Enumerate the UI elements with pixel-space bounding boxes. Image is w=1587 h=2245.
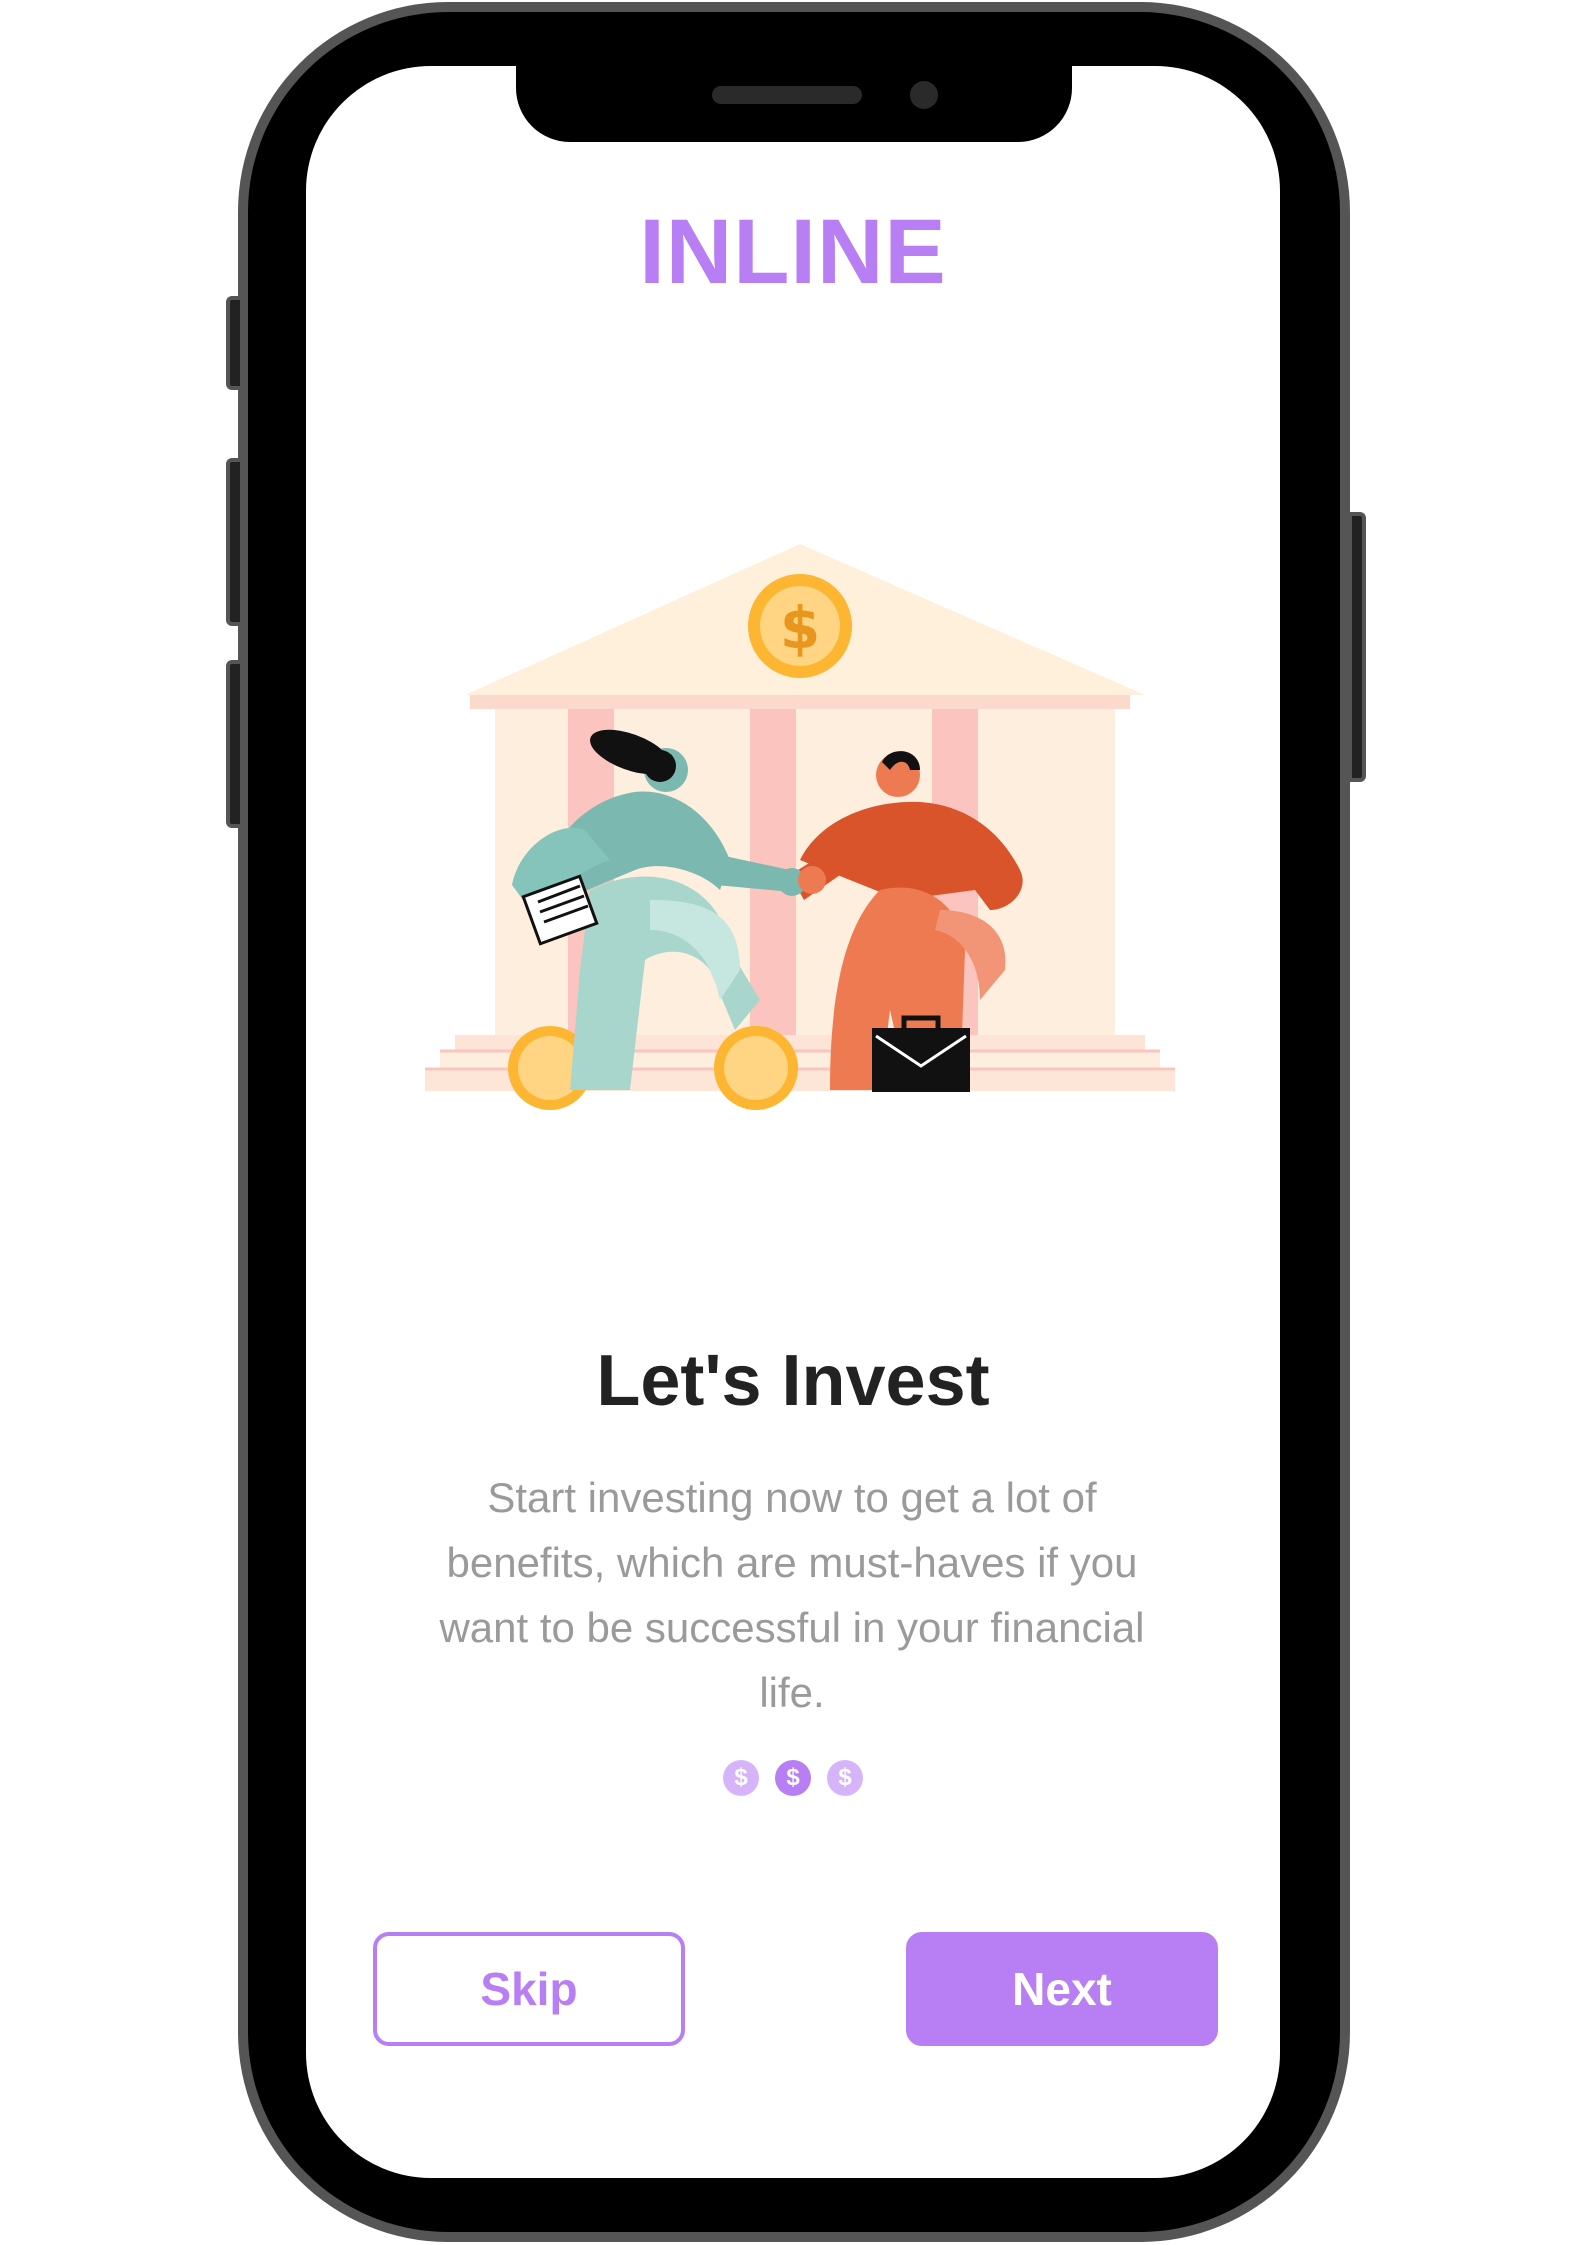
dollar-icon: $	[838, 1764, 852, 1791]
volume-down-button	[226, 660, 244, 828]
volume-up-button	[226, 458, 244, 626]
screen	[306, 66, 1280, 2178]
page-indicator: $ $ $	[306, 1760, 1280, 1796]
dollar-icon: $	[780, 594, 820, 662]
page-dot-3[interactable]: $	[827, 1760, 863, 1796]
page-dot-2-active[interactable]: $	[775, 1760, 811, 1796]
skip-button-label: Skip	[480, 1963, 578, 2015]
brand-logo: INLINE	[639, 201, 947, 303]
dollar-icon: $	[734, 1764, 748, 1791]
invest-illustration: $	[425, 544, 1175, 1110]
handshake	[778, 866, 826, 896]
page-dot-1[interactable]: $	[723, 1760, 759, 1796]
skip-button[interactable]: Skip	[373, 1932, 685, 2046]
onboarding-title: Let's Invest	[596, 1341, 990, 1421]
power-button	[1348, 512, 1366, 782]
onboarding-description: Start investing now to get a lot of bene…	[439, 1474, 1145, 1716]
next-button-label: Next	[1012, 1963, 1112, 2015]
speaker-grille	[712, 86, 862, 104]
mute-switch	[226, 296, 244, 390]
front-camera	[910, 81, 938, 109]
briefcase-icon	[872, 1015, 970, 1092]
next-button[interactable]: Next	[906, 1932, 1218, 2046]
dollar-icon: $	[786, 1764, 800, 1791]
